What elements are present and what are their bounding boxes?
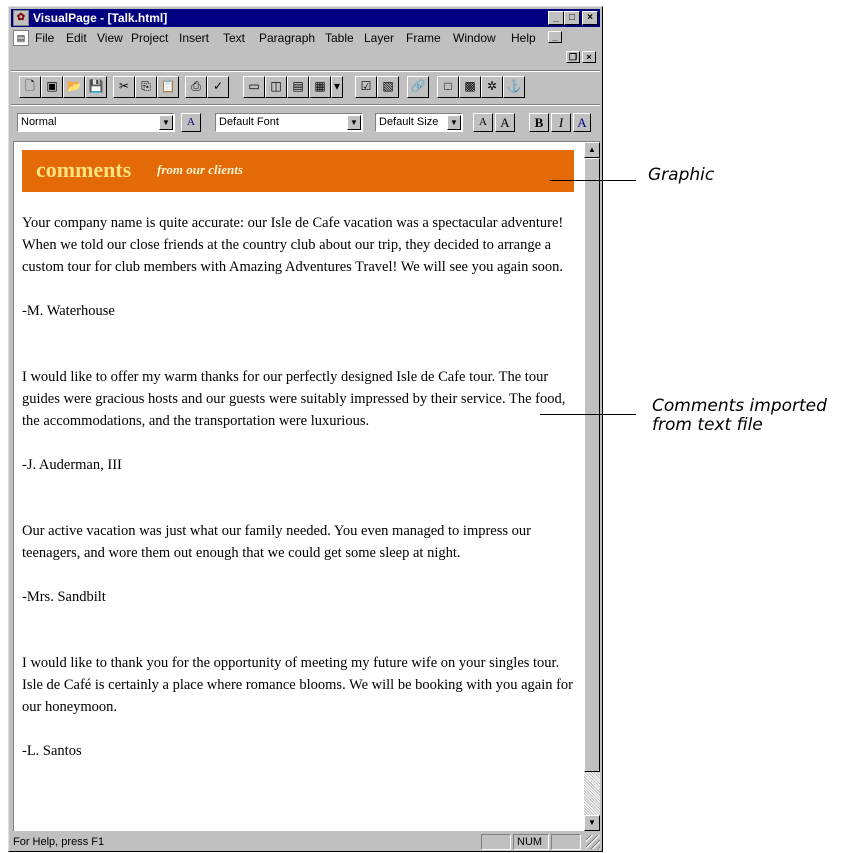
- format-toolbar: Normal ▼ A Default Font ▼ Default Size ▼…: [11, 110, 600, 134]
- comment-text: I would like to offer my warm thanks for…: [22, 369, 566, 429]
- document-editor[interactable]: comments from our clients Your company n…: [13, 141, 600, 831]
- doc-restore-button[interactable]: ❐: [566, 51, 580, 63]
- status-panel-caps: [481, 834, 511, 850]
- preview-icon[interactable]: ▦: [309, 76, 331, 98]
- doc-close-button[interactable]: ×: [582, 51, 596, 63]
- menu-edit[interactable]: Edit: [66, 31, 87, 45]
- scroll-down-icon[interactable]: ▼: [584, 815, 600, 831]
- font-size-value: Default Size: [379, 116, 439, 128]
- menu-project[interactable]: Project: [131, 31, 168, 45]
- app-icon[interactable]: ✿: [13, 10, 29, 26]
- menu-paragraph[interactable]: Paragraph: [259, 31, 315, 45]
- toolbar-separator: [11, 70, 600, 72]
- banner-headline: comments: [36, 157, 132, 182]
- chevron-down-icon[interactable]: ▼: [447, 115, 461, 130]
- new-file-icon[interactable]: 🗋: [19, 76, 41, 98]
- comments-content[interactable]: Your company name is quite accurate: our…: [22, 212, 578, 762]
- menu-window[interactable]: Window: [453, 31, 496, 45]
- save-icon[interactable]: 💾: [85, 76, 107, 98]
- properties-icon[interactable]: ☑: [355, 76, 377, 98]
- menu-text[interactable]: Text: [223, 31, 245, 45]
- menu-view[interactable]: View: [97, 31, 123, 45]
- print-icon[interactable]: ⎙: [185, 76, 207, 98]
- app-window: ✿ VisualPage - [Talk.html] _ □ × ▤ File …: [8, 6, 603, 852]
- font-size-select[interactable]: Default Size ▼: [375, 113, 463, 132]
- comment-author: -M. Waterhouse: [22, 303, 115, 319]
- style-picker-icon[interactable]: A: [181, 113, 201, 132]
- minimize-button[interactable]: _: [548, 11, 564, 25]
- split-view-icon[interactable]: ▤: [287, 76, 309, 98]
- paragraph-style-value: Normal: [21, 116, 57, 128]
- comments-callout-line: [540, 414, 636, 415]
- open-folder-icon[interactable]: 📂: [63, 76, 85, 98]
- document-icon[interactable]: ▤: [13, 30, 29, 46]
- preview-dropdown-icon[interactable]: ▾: [331, 76, 343, 98]
- menu-layer[interactable]: Layer: [364, 31, 394, 45]
- close-button[interactable]: ×: [582, 11, 598, 25]
- menu-insert[interactable]: Insert: [179, 31, 209, 45]
- graphic-callout: Graphic: [648, 165, 715, 185]
- new-page-icon[interactable]: ▣: [41, 76, 63, 98]
- menu-table[interactable]: Table: [325, 31, 354, 45]
- layer-icon[interactable]: □: [437, 76, 459, 98]
- scroll-thumb[interactable]: [584, 158, 600, 772]
- comment-author: -Mrs. Sandbilt: [22, 589, 106, 605]
- comments-callout-line1: Comments imported: [652, 396, 827, 416]
- comments-callout-line2: from text file: [652, 415, 763, 435]
- comment-text: Our active vacation was just what our fa…: [22, 523, 531, 561]
- graphic-callout-line: [550, 180, 636, 181]
- spellcheck-icon[interactable]: ✓: [207, 76, 229, 98]
- image-icon[interactable]: ▩: [459, 76, 481, 98]
- bold-icon[interactable]: B: [529, 113, 549, 132]
- paragraph-style-select[interactable]: Normal ▼: [17, 113, 175, 132]
- anchor-icon[interactable]: ⚓: [503, 76, 525, 98]
- comment-author: -L. Santos: [22, 743, 82, 759]
- plugin-icon[interactable]: ✲: [481, 76, 503, 98]
- scroll-up-icon[interactable]: ▲: [584, 142, 600, 158]
- status-message: For Help, press F1: [13, 836, 105, 848]
- chevron-down-icon[interactable]: ▼: [347, 115, 361, 130]
- window-title: VisualPage - [Talk.html]: [33, 11, 168, 25]
- increase-font-icon[interactable]: A: [495, 113, 515, 132]
- formatbar-separator: [11, 104, 600, 106]
- paste-icon[interactable]: 📋: [157, 76, 179, 98]
- menu-frame[interactable]: Frame: [406, 31, 441, 45]
- font-value: Default Font: [219, 116, 279, 128]
- comment-text: Your company name is quite accurate: our…: [22, 215, 564, 275]
- doc-minimize-button[interactable]: _: [548, 31, 562, 43]
- text-color-icon[interactable]: A: [573, 113, 591, 132]
- html-view-icon[interactable]: ◫: [265, 76, 287, 98]
- layout-view-icon[interactable]: ▭: [243, 76, 265, 98]
- status-panel-scroll: [551, 834, 581, 850]
- comments-banner-graphic[interactable]: comments from our clients: [22, 150, 574, 192]
- decrease-font-icon[interactable]: A: [473, 113, 493, 132]
- comment-author: -J. Auderman, III: [22, 457, 122, 473]
- status-bar: For Help, press F1 NUM: [11, 833, 600, 851]
- menu-file[interactable]: File: [35, 31, 54, 45]
- resize-grip-icon[interactable]: [586, 835, 600, 849]
- menu-help[interactable]: Help: [511, 31, 536, 45]
- font-select[interactable]: Default Font ▼: [215, 113, 363, 132]
- banner-subhead: from our clients: [157, 162, 243, 177]
- copy-icon[interactable]: ⎘: [135, 76, 157, 98]
- status-panel-num: NUM: [513, 834, 549, 850]
- italic-icon[interactable]: I: [551, 113, 571, 132]
- cut-icon[interactable]: ✂: [113, 76, 135, 98]
- chevron-down-icon[interactable]: ▼: [159, 115, 173, 130]
- vertical-scrollbar[interactable]: ▲ ▼: [584, 142, 600, 831]
- menu-bar: ▤ File Edit View Project Insert Text Par…: [11, 28, 600, 48]
- standard-toolbar: 🗋 ▣ 📂 💾 ✂ ⎘ 📋 ⎙ ✓ ▭ ◫ ▤ ▦ ▾ ☑ ▧ 🔗 □ ▩ ✲ …: [11, 74, 600, 100]
- title-bar[interactable]: ✿ VisualPage - [Talk.html] _ □ ×: [11, 9, 600, 27]
- link-icon[interactable]: 🔗: [407, 76, 429, 98]
- maximize-button[interactable]: □: [564, 11, 580, 25]
- comment-text: I would like to thank you for the opport…: [22, 655, 573, 715]
- site-icon[interactable]: ▧: [377, 76, 399, 98]
